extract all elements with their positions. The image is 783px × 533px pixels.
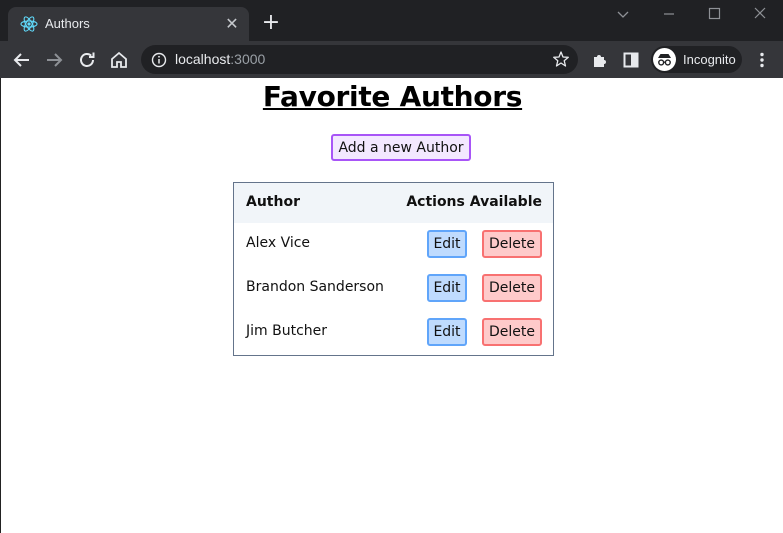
browser-toolbar: localhost:3000 Incognito — [0, 41, 783, 78]
table-row: Jim Butcher Edit Delete — [234, 311, 553, 355]
url-text: localhost:3000 — [175, 51, 265, 67]
home-icon[interactable] — [108, 49, 130, 71]
info-icon[interactable] — [150, 51, 168, 69]
edit-button[interactable]: Edit — [427, 318, 467, 346]
back-arrow-icon[interactable] — [11, 49, 33, 71]
incognito-label: Incognito — [683, 52, 736, 67]
author-name: Brandon Sanderson — [246, 279, 384, 295]
reload-icon[interactable] — [76, 49, 98, 71]
header-actions: Actions Available — [406, 194, 542, 210]
authors-table: Author Actions Available Alex Vice Edit … — [233, 182, 554, 356]
url-host: localhost — [175, 51, 231, 67]
react-favicon-icon — [20, 15, 38, 33]
forward-arrow-icon[interactable] — [43, 49, 65, 71]
table-row: Brandon Sanderson Edit Delete — [234, 267, 553, 311]
url-port: :3000 — [230, 51, 266, 67]
extensions-puzzle-icon[interactable] — [589, 49, 611, 71]
new-tab-button[interactable]: + — [259, 11, 283, 35]
edit-button[interactable]: Edit — [427, 274, 467, 302]
add-author-button[interactable]: Add a new Author — [331, 134, 471, 161]
minimize-icon[interactable] — [659, 4, 679, 24]
tab-search-chevron-icon[interactable] — [613, 4, 633, 24]
table-header: Author Actions Available — [234, 183, 553, 223]
delete-button[interactable]: Delete — [482, 318, 542, 346]
page-title: Favorite Authors — [262, 80, 523, 113]
side-panel-icon[interactable] — [620, 49, 642, 71]
star-icon[interactable] — [552, 50, 570, 68]
edit-button[interactable]: Edit — [427, 230, 467, 258]
table-row: Alex Vice Edit Delete — [234, 223, 553, 267]
browser-tab-authors[interactable]: Authors ✕ — [8, 7, 249, 41]
browser-titlebar: Authors ✕ + — [0, 0, 783, 41]
tab-close-icon[interactable]: ✕ — [221, 13, 243, 35]
kebab-menu-icon[interactable] — [751, 49, 773, 71]
author-name: Alex Vice — [246, 235, 311, 251]
tab-title: Authors — [45, 16, 90, 31]
header-author: Author — [246, 194, 300, 210]
delete-button[interactable]: Delete — [482, 274, 542, 302]
page-viewport: Favorite Authors Add a new Author Author… — [0, 78, 783, 533]
incognito-profile-button[interactable]: Incognito — [651, 46, 742, 73]
delete-button[interactable]: Delete — [482, 230, 542, 258]
address-bar[interactable]: localhost:3000 — [141, 45, 578, 74]
author-name: Jim Butcher — [246, 323, 328, 339]
window-close-icon[interactable] — [750, 4, 770, 24]
maximize-icon[interactable] — [704, 4, 724, 24]
incognito-icon — [653, 48, 676, 71]
